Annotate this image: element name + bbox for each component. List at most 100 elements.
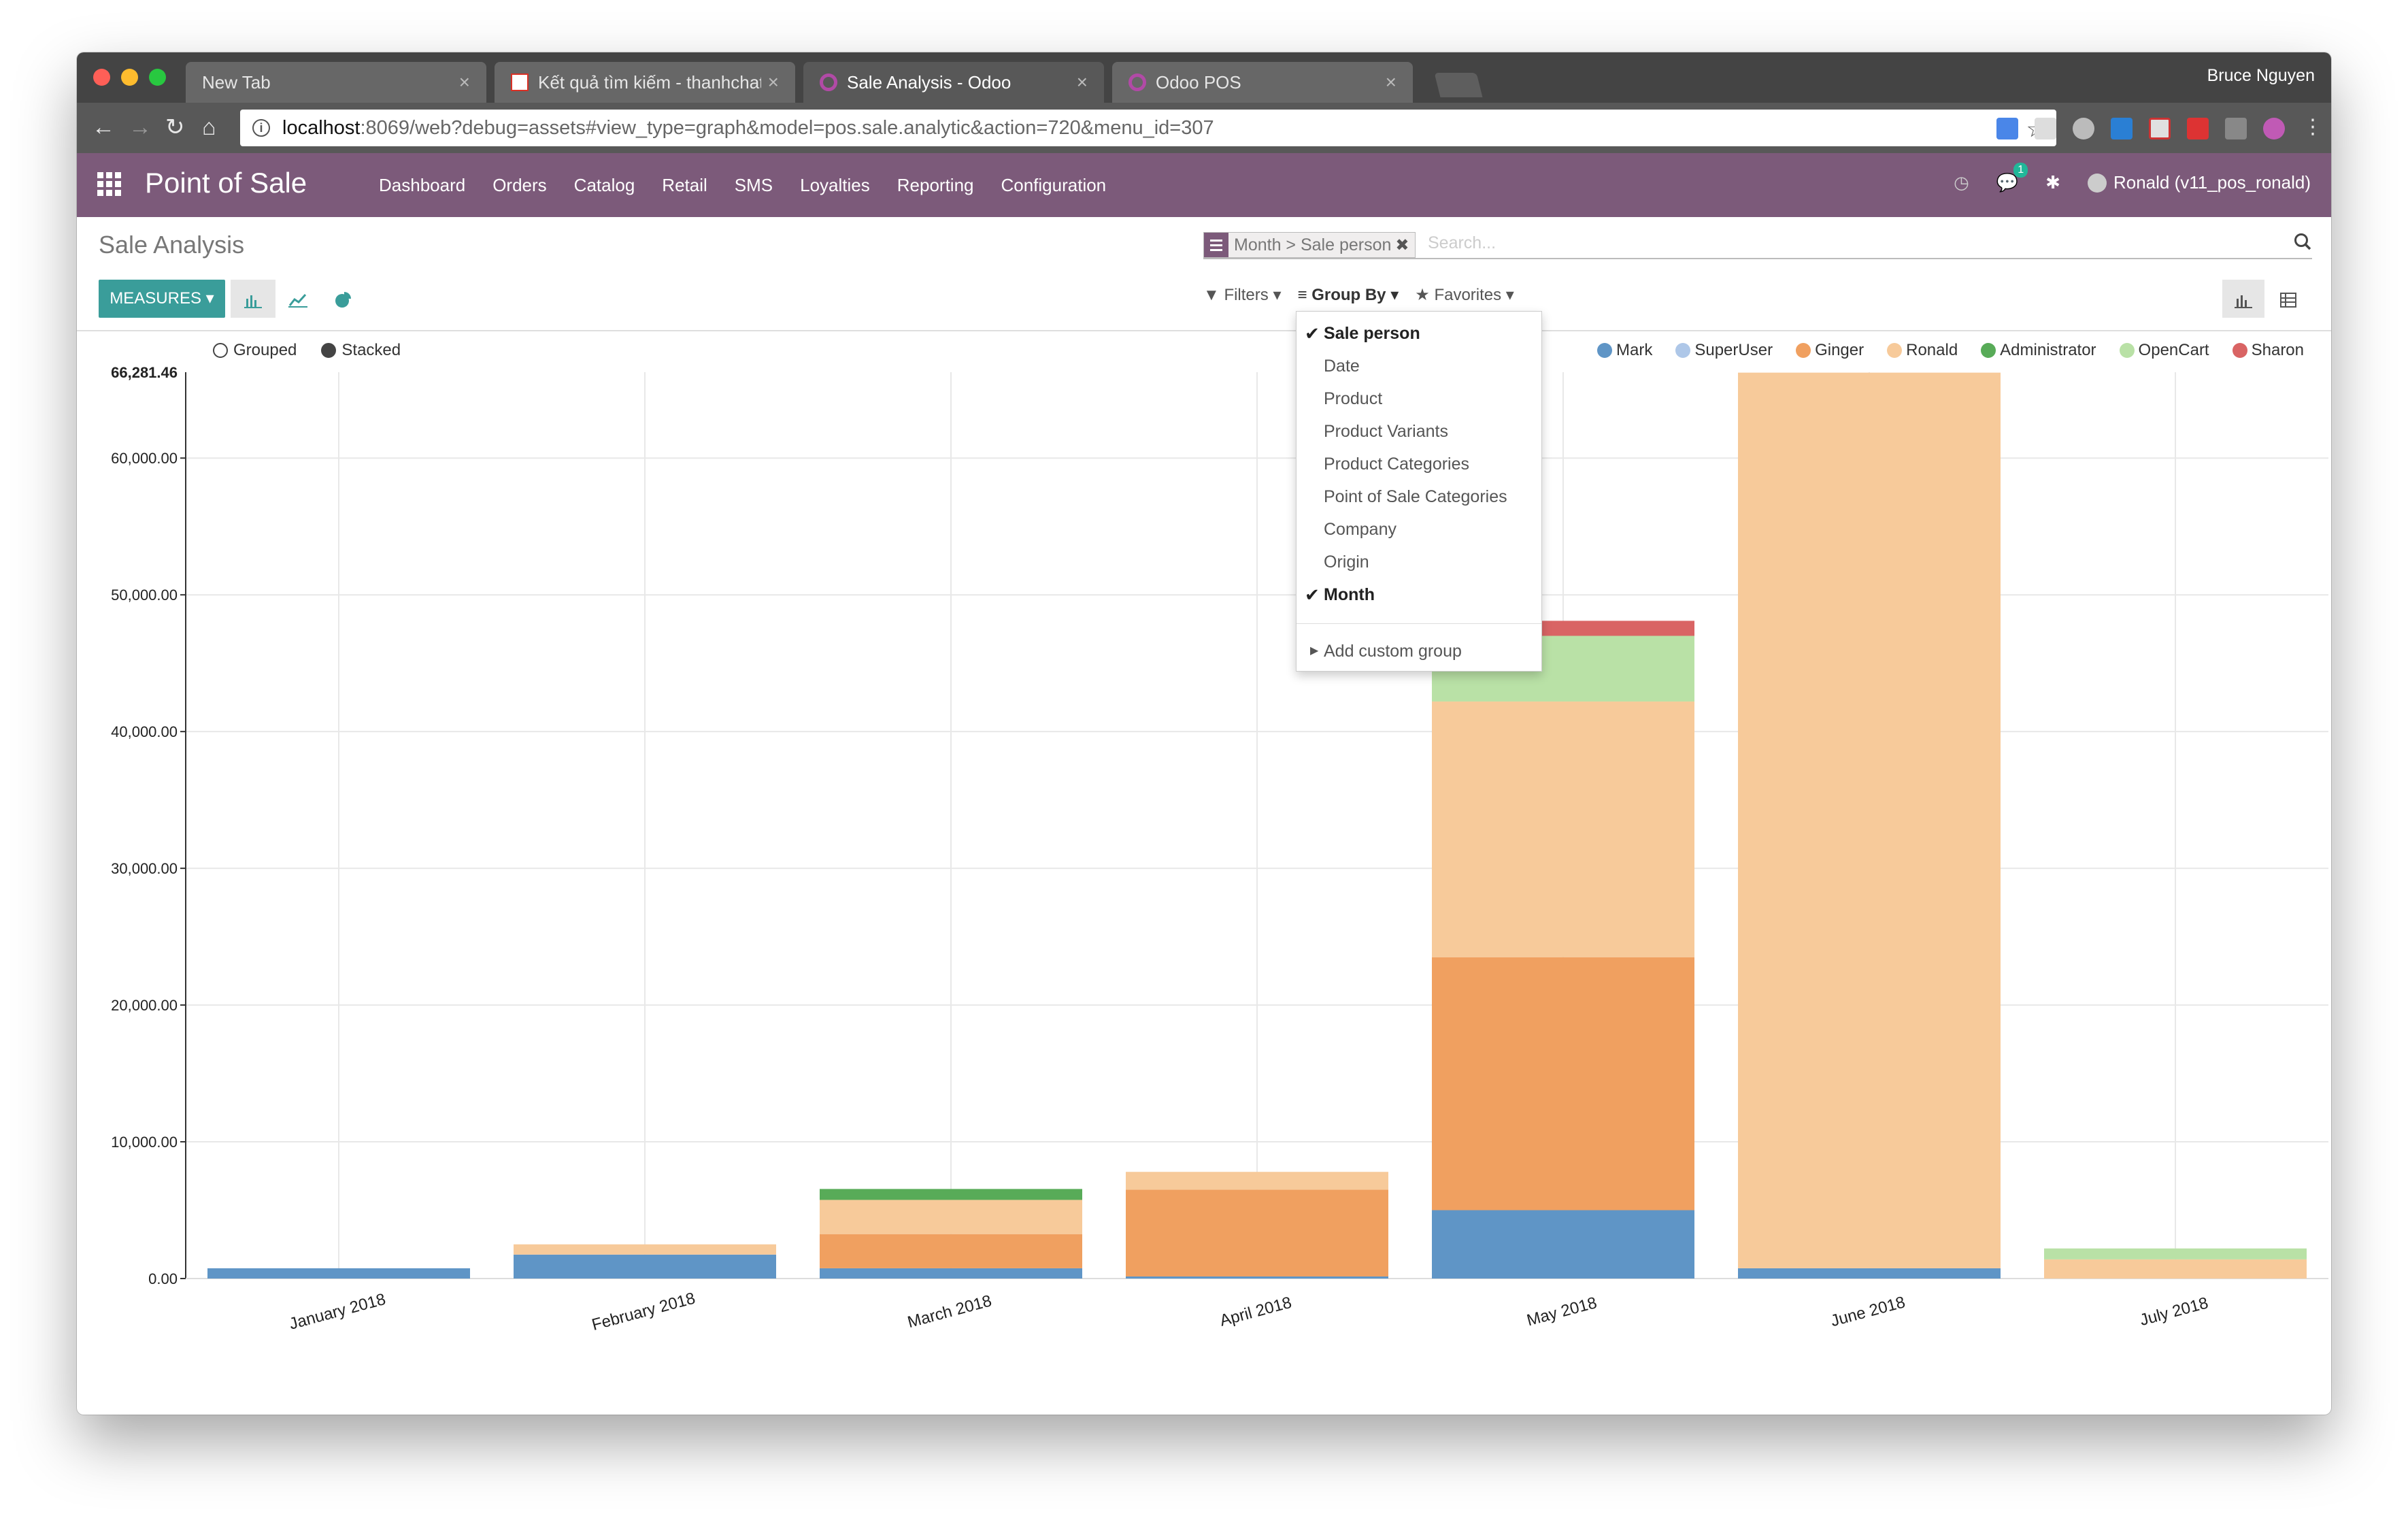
menu-sms[interactable]: SMS [735, 175, 773, 196]
extension-icon[interactable] [2035, 118, 2056, 139]
bar-segment [514, 1254, 776, 1279]
bar-segment [1432, 701, 1694, 957]
pivot-view-switch[interactable] [2267, 280, 2309, 318]
home-icon[interactable]: ⌂ [202, 112, 216, 142]
menu-configuration[interactable]: Configuration [1001, 175, 1106, 196]
close-window-button[interactable] [93, 69, 110, 86]
groupby-dropdown[interactable]: ≡ Group By ▾ [1298, 285, 1399, 305]
trello-extension-icon[interactable] [2111, 118, 2133, 139]
translate-extension-icon[interactable] [1996, 118, 2018, 139]
groupby-item-product[interactable]: Product [1297, 382, 1541, 415]
bar-chart-mode-button[interactable] [231, 280, 275, 318]
browser-tab-sale-analysis[interactable]: Sale Analysis - Odoo × [803, 62, 1104, 103]
tab-title: Odoo POS [1156, 71, 1241, 93]
maximize-window-button[interactable] [149, 69, 166, 86]
app-brand[interactable]: Point of Sale [145, 167, 307, 199]
browser-tab-odoo-pos[interactable]: Odoo POS × [1112, 62, 1413, 103]
groupby-item-date[interactable]: Date [1297, 350, 1541, 382]
menu-catalog[interactable]: Catalog [574, 175, 635, 196]
bar-segment [820, 1200, 1082, 1234]
favorites-dropdown[interactable]: ★ Favorites ▾ [1415, 285, 1514, 305]
menu-divider [1297, 623, 1541, 624]
groupby-item-product-categories[interactable]: Product Categories [1297, 448, 1541, 480]
back-icon[interactable]: ← [92, 112, 115, 142]
activity-clock-icon[interactable]: ◷ [1954, 172, 1969, 193]
groupby-item-month[interactable]: ✔ Month [1297, 578, 1541, 611]
debug-bug-icon[interactable]: ✱ [2045, 172, 2060, 193]
user-menu[interactable]: Ronald (v11_pos_ronald) [2087, 172, 2311, 193]
gmail-extension-icon[interactable] [2149, 118, 2171, 139]
measures-button[interactable]: MEASURES ▾ [99, 280, 225, 318]
groupby-item-product-variants[interactable]: Product Variants [1297, 415, 1541, 448]
bar-segment [514, 1244, 776, 1255]
pie-chart-mode-button[interactable] [320, 280, 365, 318]
menu-loyalties[interactable]: Loyalties [800, 175, 870, 196]
menu-dashboard[interactable]: Dashboard [379, 175, 465, 196]
search-input[interactable]: Search... [1428, 233, 1496, 253]
groupby-item-label: Company [1324, 520, 1397, 539]
tab-title: Kết quả tìm kiếm - thanhchatv [538, 71, 761, 93]
graph-view-switch[interactable] [2222, 280, 2264, 318]
close-icon[interactable]: × [768, 71, 779, 93]
remove-facet-icon[interactable]: ✖ [1391, 236, 1409, 254]
reload-icon[interactable]: ↻ [165, 112, 185, 142]
close-icon[interactable]: × [1386, 71, 1397, 93]
check-icon: ✔ [1305, 584, 1320, 605]
bar-segment [1126, 1276, 1388, 1279]
groupby-item-label: Product Variants [1324, 422, 1448, 441]
chat-badge: 1 [2013, 163, 2028, 178]
odoo-icon [1128, 73, 1146, 91]
bar-chart-icon [2235, 295, 2252, 309]
bar-segment [820, 1268, 1082, 1279]
x-tick-label: March 2018 [905, 1291, 993, 1332]
new-tab-button[interactable] [1434, 73, 1483, 97]
address-bar[interactable]: i localhost:8069/web?debug=assets#view_t… [240, 110, 2056, 146]
groupby-label: Group By [1311, 286, 1386, 304]
page-title: Sale Analysis [99, 231, 245, 259]
search-facet[interactable]: Month > Sale person ✖ [1203, 232, 1416, 258]
browser-tab-new-tab[interactable]: New Tab × [186, 62, 486, 103]
search-icon[interactable] [2293, 232, 2312, 251]
line-chart-mode-button[interactable] [275, 280, 320, 318]
search-bar[interactable]: Month > Sale person ✖ Search... [1203, 229, 2312, 259]
x-tick-label: January 2018 [287, 1290, 387, 1334]
bar-segment [1126, 1172, 1388, 1190]
groupby-item-sale-person[interactable]: ✔ Sale person [1297, 317, 1541, 350]
x-tick-label: May 2018 [1525, 1293, 1599, 1330]
avatar [2087, 173, 2107, 193]
minimize-window-button[interactable] [121, 69, 138, 86]
user-name: Ronald (v11_pos_ronald) [2113, 172, 2311, 193]
menu-orders[interactable]: Orders [492, 175, 546, 196]
window-controls [93, 69, 166, 86]
search-options: ▼ Filters ▾ ≡ Group By ▾ ★ Favorites ▾ [1203, 285, 1514, 305]
extension-icon[interactable] [2187, 118, 2209, 139]
extension-icon[interactable] [2225, 118, 2247, 139]
extension-icon[interactable] [2073, 118, 2094, 139]
graph-area: Grouped Stacked Mark SuperUser Ginger Ronal… [77, 331, 2331, 1415]
browser-tab-gmail[interactable]: Kết quả tìm kiếm - thanhchatv × [495, 62, 795, 103]
bar-segment [820, 1234, 1082, 1268]
groupby-item-pos-categories[interactable]: Point of Sale Categories [1297, 480, 1541, 513]
groupby-item-company[interactable]: Company [1297, 513, 1541, 546]
tab-strip: New Tab × Kết quả tìm kiếm - thanhchatv … [77, 52, 2331, 103]
groupby-item-origin[interactable]: Origin [1297, 546, 1541, 578]
info-icon[interactable]: i [252, 119, 270, 137]
groupby-item-label: Sale person [1324, 324, 1420, 343]
forward-icon[interactable]: → [129, 112, 152, 142]
odoo-icon [820, 73, 837, 91]
browser-profile-name[interactable]: Bruce Nguyen [2207, 66, 2315, 86]
close-icon[interactable]: × [459, 71, 470, 93]
filters-dropdown[interactable]: ▼ Filters ▾ [1203, 285, 1282, 305]
close-icon[interactable]: × [1077, 71, 1088, 93]
chat-icon[interactable]: 💬 1 [1996, 163, 2028, 193]
extension-icon[interactable] [2263, 118, 2285, 139]
apps-grid-icon[interactable] [97, 172, 122, 197]
menu-reporting[interactable]: Reporting [897, 175, 974, 196]
bar-chart-icon [244, 295, 262, 308]
add-custom-group[interactable]: ▶ Add custom group [1297, 635, 1541, 668]
x-tick-label: June 2018 [1828, 1293, 1907, 1330]
add-custom-group-label: Add custom group [1324, 642, 1462, 661]
menu-retail[interactable]: Retail [662, 175, 707, 196]
browser-menu-icon[interactable]: ⋮ [2303, 112, 2323, 142]
main-menu: Dashboard Orders Catalog Retail SMS Loya… [379, 175, 1106, 196]
